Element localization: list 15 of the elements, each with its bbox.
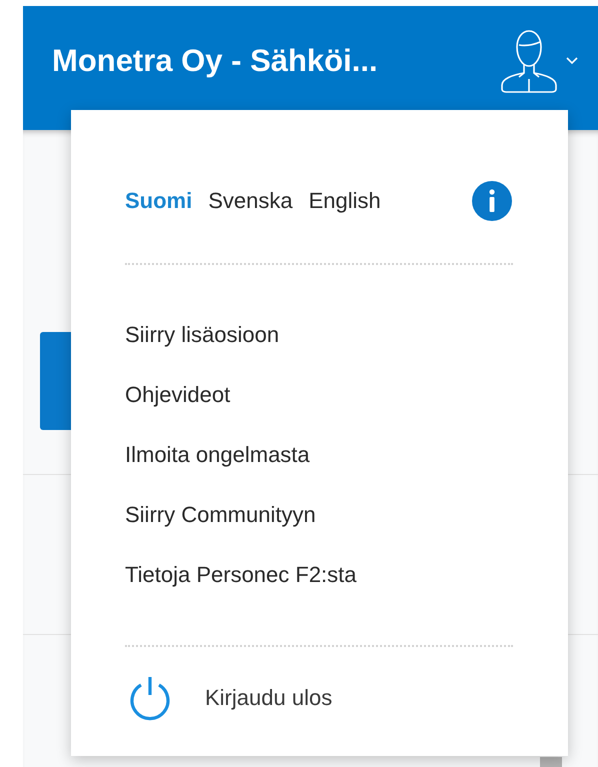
menu-item[interactable]: Tietoja Personec F2:sta [125,545,357,605]
language-link[interactable]: Suomi [125,188,192,214]
logout-button[interactable]: Kirjaudu ulos [125,675,332,721]
language-link[interactable]: English [308,188,381,214]
language-link[interactable]: Svenska [208,188,293,214]
menu-item[interactable]: Ohjevideot [125,365,230,425]
company-title: Monetra Oy - Sähköi... [52,43,379,79]
menu-item[interactable]: Siirry lisäosioon [125,305,280,365]
chevron-down-icon [566,57,578,65]
info-icon[interactable] [472,181,512,221]
power-icon [128,675,172,721]
menu-item[interactable]: Ilmoita ongelmasta [125,425,310,485]
person-icon [500,29,558,93]
user-menu-button[interactable] [500,29,578,93]
menu-item[interactable]: Siirry Communityyn [125,485,316,545]
